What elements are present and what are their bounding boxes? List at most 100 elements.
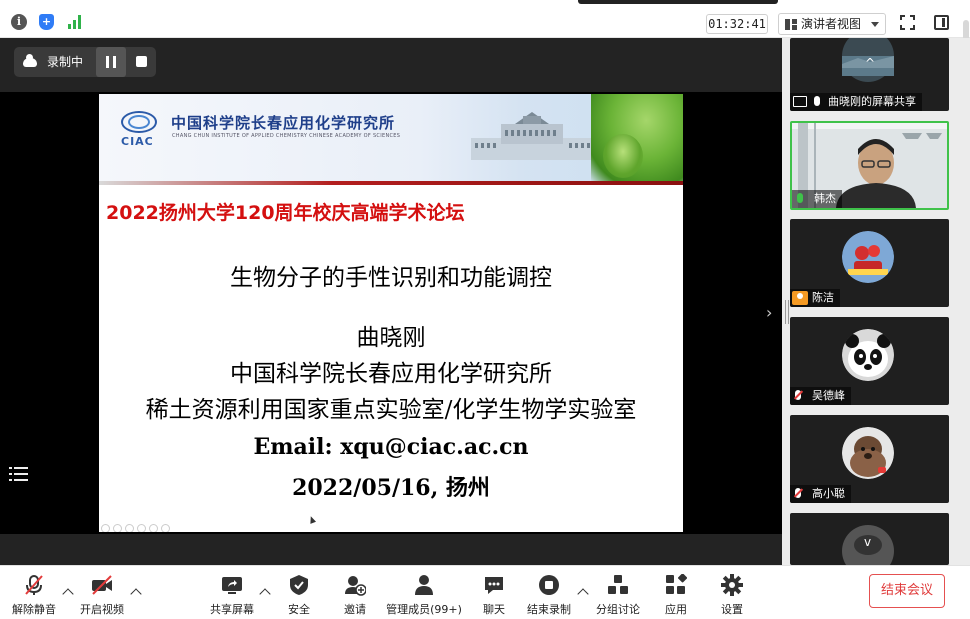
start-video-button[interactable]: 开启视频 (76, 566, 128, 619)
microphone-muted-icon (25, 575, 43, 595)
speaker-lab: 稀土资源利用国家重点实验室/化学生物学实验室 (145, 397, 637, 423)
participant-name: 陈洁 (812, 291, 834, 304)
cloud-icon (23, 54, 37, 67)
participant-name-bar: 曲晓刚的屏幕共享 (790, 93, 922, 111)
participant-name-bar: 陈洁 (790, 289, 840, 307)
recording-indicator: 录制中 (14, 47, 156, 77)
speaker-name: 曲晓刚 (356, 325, 426, 351)
breakout-rooms-button[interactable]: 分组讨论 (594, 566, 642, 619)
settings-button[interactable]: 设置 (710, 566, 754, 619)
institute-name-en: CHANG CHUN INSTITUTE OF APPLIED CHEMISTR… (172, 133, 401, 139)
toolbar-label: 开启视频 (80, 603, 124, 616)
participant-name: 曲晓刚的屏幕共享 (828, 95, 916, 108)
invite-button[interactable]: 邀请 (332, 566, 378, 619)
toolbar-label: 共享屏幕 (210, 603, 254, 616)
chevron-down-icon (871, 22, 879, 27)
participant-tile[interactable]: 陈洁 (790, 219, 949, 307)
participant-tile[interactable]: v (790, 513, 949, 565)
participant-name: 韩杰 (814, 192, 836, 205)
sidebar-toggle-icon[interactable] (934, 15, 949, 30)
participant-tile[interactable]: 吴德峰 (790, 317, 949, 405)
toolbar-label: 管理成员(99+) (386, 603, 462, 616)
recording-status: 录制中 (47, 55, 84, 69)
talk-date-place: 2022/05/16, 扬州 (292, 475, 490, 501)
participant-name-bar: 高小聪 (790, 485, 851, 503)
collapse-sidebar-chevron-icon[interactable]: › (766, 303, 778, 323)
security-shield-icon[interactable]: + (39, 14, 54, 30)
logo-text: CIAC (121, 135, 154, 148)
slide-nav-controls[interactable] (101, 518, 173, 532)
sidebar-resize-handle[interactable] (785, 300, 789, 324)
participant-name: 吴德峰 (812, 389, 845, 402)
apps-button[interactable]: 应用 (654, 566, 698, 619)
end-recording-button[interactable]: 结束录制 (526, 566, 572, 619)
add-user-icon (345, 576, 366, 596)
manage-members-button[interactable]: 管理成员(99+) (386, 566, 462, 619)
toolbar-label: 设置 (721, 603, 743, 616)
share-screen-icon (222, 577, 242, 594)
meeting-timer: 01:32:41 (706, 14, 768, 34)
microphone-muted-icon (795, 390, 801, 400)
talk-title: 生物分子的手性识别和功能调控 (230, 265, 552, 291)
chevron-up-icon: ^ (865, 56, 876, 70)
mute-options-chevron-icon[interactable] (62, 588, 74, 600)
view-mode-label: 演讲者视图 (801, 17, 862, 31)
mouse-cursor-icon (307, 515, 317, 524)
toolbar-label: 解除静音 (12, 603, 56, 616)
participant-name: 高小聪 (812, 487, 845, 500)
chevron-down-icon: v (864, 535, 872, 549)
top-tab-indicator (578, 0, 778, 4)
toolbar-label: 安全 (288, 603, 310, 616)
stop-recording-button[interactable] (130, 47, 156, 77)
avatar (842, 329, 894, 381)
share-options-chevron-icon[interactable] (259, 588, 271, 600)
avatar (842, 231, 894, 283)
microphone-speaking-icon (797, 193, 803, 203)
shield-icon (290, 575, 308, 595)
forum-title: 2022扬州大学120周年校庆高端学术论坛 (106, 202, 465, 224)
list-menu-icon[interactable] (9, 463, 31, 485)
participant-tile-active-speaker[interactable]: 韩杰 (790, 121, 949, 210)
toolbar-label: 分组讨论 (596, 603, 640, 616)
screen-share-icon (793, 96, 807, 107)
participant-name-bar: 吴德峰 (790, 387, 851, 405)
participant-tile[interactable]: 高小聪 (790, 415, 949, 503)
pause-recording-button[interactable] (96, 47, 126, 77)
avatar (842, 427, 894, 479)
ciac-logo-icon (117, 107, 163, 135)
toolbar-label: 结束录制 (527, 603, 571, 616)
security-button[interactable]: 安全 (276, 566, 322, 619)
header-divider (99, 181, 683, 185)
members-icon (415, 575, 433, 595)
microphone-muted-icon (795, 488, 801, 498)
chat-button[interactable]: 聊天 (472, 566, 516, 619)
person-icon (792, 291, 808, 305)
recording-options-chevron-icon[interactable] (577, 588, 589, 600)
top-bar: i + 01:32:41 演讲者视图 (0, 0, 970, 70)
chat-icon (485, 577, 503, 594)
building-image (471, 112, 593, 160)
fullscreen-icon[interactable] (900, 15, 915, 30)
info-icon[interactable]: i (11, 14, 27, 30)
meeting-toolbar: 解除静音 开启视频 共享屏幕 安全 邀请 管理成员(99+) 聊天 结束录制 分… (0, 565, 970, 618)
toolbar-label: 应用 (665, 603, 687, 616)
gear-icon (721, 574, 743, 596)
share-screen-button[interactable]: 共享屏幕 (206, 566, 258, 619)
video-options-chevron-icon[interactable] (130, 588, 142, 600)
speaker-email: Email: xqu@ciac.ac.cn (253, 434, 529, 460)
leaf-decoration-small (603, 134, 643, 178)
camera-off-icon (92, 575, 112, 595)
presentation-slide: CIAC 中国科学院长春应用化学研究所 CHANG CHUN INSTITUTE… (99, 94, 683, 532)
breakout-icon (608, 575, 628, 594)
unmute-button[interactable]: 解除静音 (8, 566, 60, 619)
apps-icon (666, 574, 687, 594)
microphone-icon (814, 96, 820, 106)
toolbar-label: 聊天 (483, 603, 505, 616)
institute-name-cn: 中国科学院长春应用化学研究所 (171, 114, 396, 132)
speaker-affiliation: 中国科学院长春应用化学研究所 (230, 361, 552, 387)
participant-tile-screen-share[interactable]: ^ 曲晓刚的屏幕共享 (790, 38, 949, 111)
network-signal-icon[interactable] (67, 14, 83, 30)
view-mode-select[interactable]: 演讲者视图 (778, 13, 886, 35)
slide-header-banner: CIAC 中国科学院长春应用化学研究所 CHANG CHUN INSTITUTE… (99, 94, 683, 182)
end-meeting-button[interactable]: 结束会议 (869, 574, 945, 608)
